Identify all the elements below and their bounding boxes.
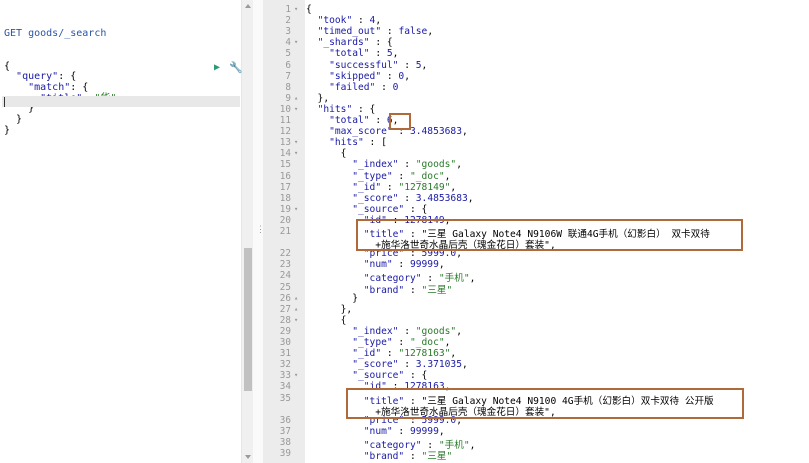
response-line: "_score" : 3.371035, <box>352 359 468 371</box>
request-body-line: } <box>4 124 11 136</box>
response-line: "_type" : "_doc", <box>352 337 451 348</box>
fold-toggle-icon[interactable]: ▾ <box>294 149 298 157</box>
response-line: "_id" : "1278163", <box>352 348 457 360</box>
scroll-down-arrow-icon[interactable] <box>245 455 251 459</box>
line-number: 26 <box>279 292 291 304</box>
line-number: 34 <box>279 381 291 393</box>
request-editor[interactable]: GET goods/_search { "query": { "match": … <box>0 0 243 463</box>
response-line: "max_score" : 3.4853683, <box>329 126 468 138</box>
fold-toggle-icon[interactable]: ▴ <box>294 294 298 302</box>
response-line: { <box>306 4 312 15</box>
line-number: 3 <box>285 26 291 38</box>
response-line: "num" : 99999, <box>363 259 445 271</box>
response-line: "_shards" : { <box>317 37 393 49</box>
response-line: "_type" : "_doc", <box>352 170 451 182</box>
title-highlight-box-1 <box>356 219 743 251</box>
response-line: }, <box>306 303 353 315</box>
line-number: 5 <box>285 48 291 60</box>
response-line: "_source" : { <box>352 203 428 215</box>
request-scrollbar[interactable] <box>242 0 253 463</box>
line-number: 11 <box>279 115 291 126</box>
response-line: { <box>306 314 347 326</box>
fold-toggle-icon[interactable]: ▴ <box>294 94 298 102</box>
response-line: "num" : 99999, <box>363 425 445 437</box>
response-line: "_index" : "goods", <box>352 325 462 337</box>
line-number: 33 <box>279 370 291 382</box>
response-line: "skipped" : 0, <box>329 70 410 82</box>
fold-toggle-icon[interactable]: ▾ <box>294 371 298 379</box>
response-line: "failed" : 0 <box>329 81 399 93</box>
request-text[interactable]: GET goods/_search { "query": { "match": … <box>4 8 116 158</box>
line-number: 27 <box>279 303 291 315</box>
response-line: "hits" : [ <box>329 137 387 149</box>
line-number: 7 <box>285 70 291 82</box>
response-line: "total" : 5, <box>329 48 399 60</box>
fold-toggle-icon[interactable]: ▾ <box>294 105 298 113</box>
line-number: 30 <box>279 337 291 348</box>
line-number: 39 <box>279 448 291 459</box>
active-line-highlight <box>2 96 240 107</box>
response-line: "_index" : "goods", <box>352 159 462 171</box>
response-line: "hits" : { <box>317 103 376 115</box>
response-line: "successful" : 5, <box>329 59 428 71</box>
fold-toggle-icon[interactable]: ▾ <box>294 316 298 324</box>
response-line: "brand" : "三星" <box>363 451 453 462</box>
line-number: 6 <box>285 59 291 71</box>
line-number: 25 <box>279 281 291 293</box>
line-number: 35 <box>279 392 291 404</box>
kibana-dev-tools: GET goods/_search { "query": { "match": … <box>0 0 809 463</box>
fold-toggle-icon[interactable]: ▾ <box>294 38 298 46</box>
line-number: 38 <box>279 436 291 448</box>
line-number: 32 <box>279 359 291 371</box>
line-number: 8 <box>285 81 291 93</box>
wrench-icon[interactable]: 🔧 <box>229 61 243 74</box>
line-number: 10 <box>279 103 291 115</box>
line-number: 28 <box>279 314 291 326</box>
line-number: 19 <box>279 203 291 215</box>
line-number: 36 <box>279 414 291 426</box>
line-number: 9 <box>285 92 291 104</box>
line-number: 14 <box>279 148 291 160</box>
line-number: 18 <box>279 192 291 204</box>
line-number: 1 <box>285 4 291 15</box>
line-number: 29 <box>279 325 291 337</box>
total-highlight-box <box>389 113 411 130</box>
response-line: "_id" : "1278149", <box>352 181 457 193</box>
fold-toggle-icon[interactable]: ▴ <box>294 305 298 313</box>
line-number: 15 <box>279 159 291 171</box>
line-number-gutter: 1 ▾ 2 3 4 ▾ 5 6 7 8 9 ▴ 10 ▾ 11 12 13 ▾ 14 ▾ 15 16 17 18 19 ▾ 20 21… <box>263 0 305 463</box>
scrollbar-thumb[interactable] <box>244 248 252 391</box>
fold-toggle-icon[interactable]: ▾ <box>294 5 298 13</box>
request-body-line: } <box>4 114 23 126</box>
line-number: 4 <box>285 37 291 49</box>
response-line: "timed_out" : false, <box>317 26 434 38</box>
line-number: 2 <box>285 15 291 27</box>
play-icon[interactable]: ▶ <box>214 62 220 73</box>
fold-toggle-icon[interactable]: ▾ <box>294 138 298 146</box>
line-number: 17 <box>279 181 291 193</box>
line-number: 21 <box>279 226 291 237</box>
line-number: 22 <box>279 248 291 260</box>
fold-toggle-icon[interactable]: ▾ <box>294 205 298 213</box>
response-line: "total" : 6, <box>329 115 399 126</box>
text-cursor <box>4 97 5 107</box>
line-number: 37 <box>279 425 291 437</box>
line-number: 24 <box>279 270 291 282</box>
response-line: }, <box>306 92 330 104</box>
line-number: 31 <box>279 348 291 360</box>
response-line: "_score" : 3.4853683, <box>352 192 474 204</box>
response-line: } <box>306 292 358 304</box>
scroll-up-arrow-icon[interactable] <box>245 4 251 8</box>
response-line: { <box>306 148 347 160</box>
line-number: 16 <box>279 170 291 182</box>
line-number: 23 <box>279 259 291 271</box>
request-line: GET goods/_search <box>4 28 107 40</box>
response-line: "_source" : { <box>352 370 428 382</box>
title-highlight-box-2 <box>346 388 744 419</box>
line-number: 12 <box>279 126 291 138</box>
response-line: "took" : 4, <box>317 15 382 27</box>
line-number: 20 <box>279 214 291 226</box>
line-number: 13 <box>279 137 291 149</box>
